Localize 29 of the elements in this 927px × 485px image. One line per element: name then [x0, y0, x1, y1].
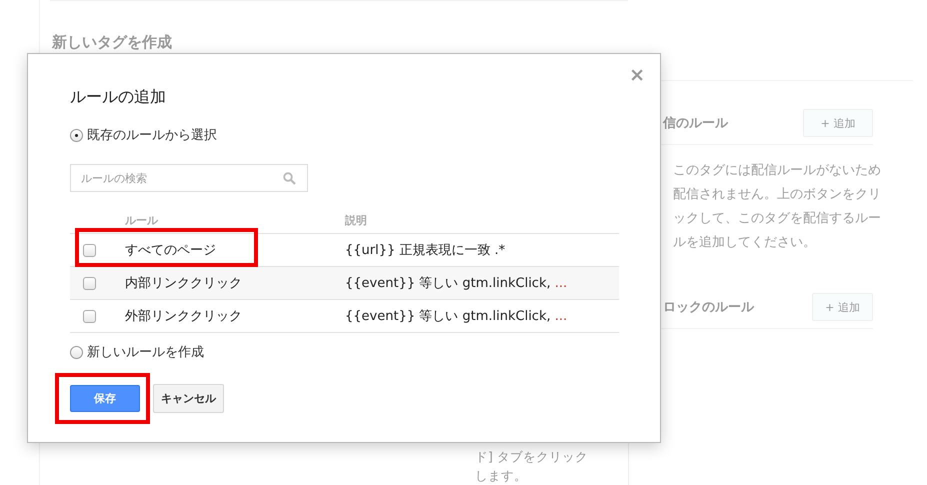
add-button[interactable]: + 追加	[803, 109, 873, 137]
dialog-title: ルールの追加	[70, 87, 167, 108]
hint-text: ド] タブをクリック	[475, 448, 588, 466]
add-button[interactable]: + 追加	[812, 293, 873, 321]
search-field[interactable]: ルールの検索	[70, 164, 308, 192]
close-button[interactable]: ×	[629, 66, 645, 85]
radio-button[interactable]	[70, 346, 83, 358]
radio-label: 新しいルールを作成	[87, 344, 204, 361]
checkbox[interactable]	[83, 244, 96, 256]
rule-description: {{url}} 正規表現に一致 .*	[345, 242, 506, 259]
radio-label: 既存のルールから選択	[87, 127, 217, 144]
section-title: ロックのルール	[662, 299, 754, 316]
rule-description: {{event}} 等しい gtm.linkClick, ...	[345, 275, 568, 292]
column-header: ルール	[125, 213, 159, 228]
page-title: 新しいタグを作成	[50, 33, 173, 52]
cancel-button[interactable]: キャンセル	[153, 384, 224, 413]
radio-button[interactable]	[70, 128, 83, 142]
checkbox[interactable]	[83, 310, 96, 322]
search-icon	[283, 172, 296, 185]
hint-text: します。	[475, 467, 528, 485]
section-title: 信のルール	[662, 115, 730, 132]
save-button[interactable]: 保存	[70, 385, 140, 412]
rule-description: {{event}} 等しい gtm.linkClick, ...	[345, 308, 568, 325]
rule-name: すべてのページ	[125, 242, 217, 259]
rule-name: 内部リンククリック	[125, 275, 243, 292]
empty-message: このタグには配信ルールがないため配信されません。上のボタンをクリックして、このタグを配信するルールを追加してください。	[673, 162, 881, 252]
checkbox[interactable]	[83, 276, 96, 290]
rule-name: 外部リンククリック	[125, 308, 243, 325]
column-header: 説明	[345, 213, 368, 228]
